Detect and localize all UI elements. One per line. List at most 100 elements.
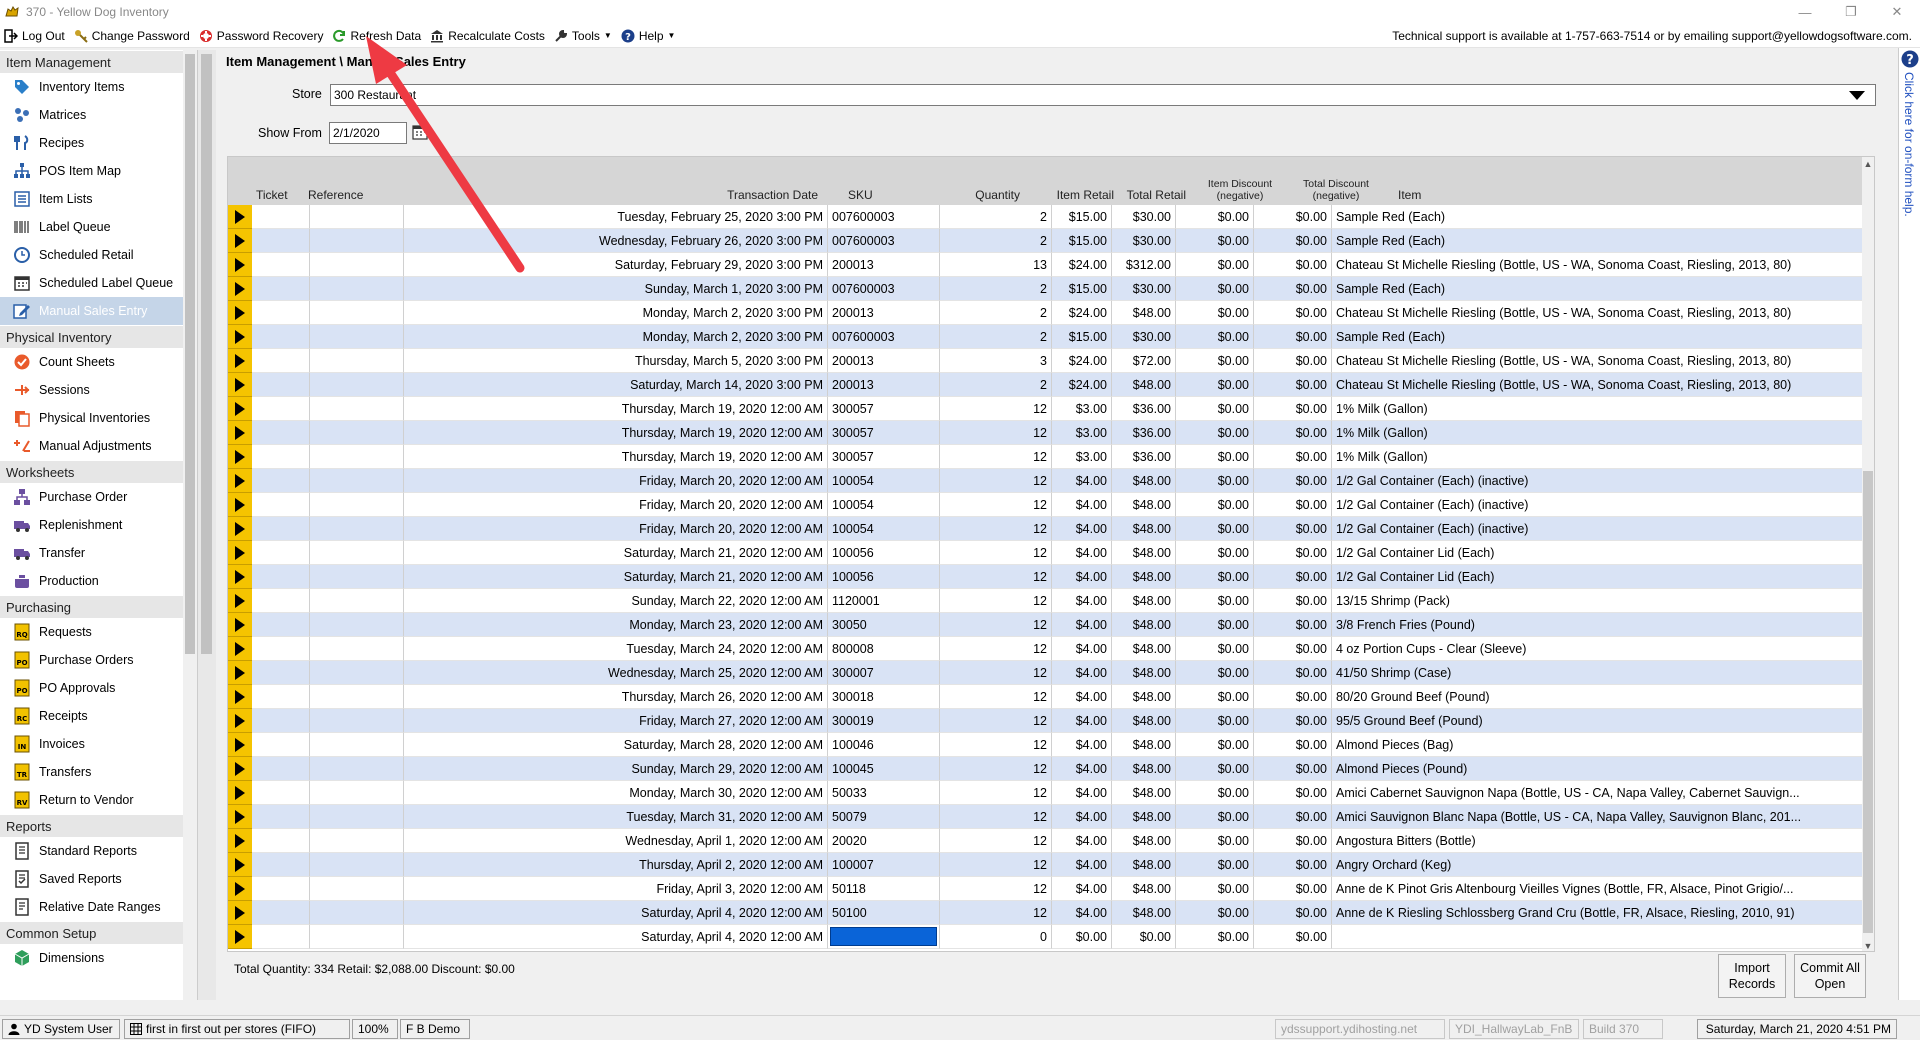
cell-total-discount[interactable]: $0.00 — [1254, 757, 1332, 781]
cell-item[interactable]: Sample Red (Each) — [1332, 229, 1866, 253]
cell-reference[interactable] — [310, 493, 404, 517]
table-row[interactable]: Thursday, March 19, 2020 12:00 AM 300057 1… — [228, 421, 1866, 445]
sidebar-item-relative-date-ranges[interactable]: Relative Date Ranges — [0, 893, 197, 921]
cell-sku[interactable]: 50118 — [828, 877, 940, 901]
cell-item-discount[interactable]: $0.00 — [1176, 709, 1254, 733]
cell-total-discount[interactable]: $0.00 — [1254, 301, 1332, 325]
cell-quantity[interactable]: 2 — [940, 205, 1052, 229]
cell-item-retail[interactable]: $4.00 — [1052, 661, 1112, 685]
cell-item-discount[interactable]: $0.00 — [1176, 349, 1254, 373]
cell-total-retail[interactable]: $36.00 — [1112, 397, 1176, 421]
table-row[interactable]: Tuesday, March 31, 2020 12:00 AM 50079 12 $… — [228, 805, 1866, 829]
cell-ticket[interactable] — [252, 229, 310, 253]
sidebar-section-purchasing[interactable]: Purchasing — [0, 595, 197, 618]
grid-scrollbar[interactable]: ▲ ▼ — [1862, 157, 1874, 951]
cell-total-discount[interactable]: $0.00 — [1254, 397, 1332, 421]
cell-reference[interactable] — [310, 445, 404, 469]
sidebar-item-item-lists[interactable]: Item Lists — [0, 185, 197, 213]
cell-total-discount[interactable]: $0.00 — [1254, 253, 1332, 277]
cell-item-discount[interactable]: $0.00 — [1176, 829, 1254, 853]
cell-transaction-date[interactable]: Tuesday, March 31, 2020 12:00 AM — [404, 805, 828, 829]
cell-total-discount[interactable]: $0.00 — [1254, 805, 1332, 829]
cell-ticket[interactable] — [252, 517, 310, 541]
refresh-data-button[interactable]: Refresh Data — [328, 24, 426, 48]
sidebar-item-dimensions[interactable]: Dimensions — [0, 944, 197, 972]
cell-quantity[interactable]: 12 — [940, 877, 1052, 901]
cell-sku[interactable]: 30050 — [828, 613, 940, 637]
cell-transaction-date[interactable]: Saturday, March 21, 2020 12:00 AM — [404, 541, 828, 565]
sidebar-item-return-to-vendor[interactable]: RV Return to Vendor — [0, 786, 197, 814]
sidebar-item-requests[interactable]: RQ Requests — [0, 618, 197, 646]
cell-total-retail[interactable]: $312.00 — [1112, 253, 1176, 277]
cell-item[interactable]: Sample Red (Each) — [1332, 277, 1866, 301]
cell-sku[interactable]: 300057 — [828, 397, 940, 421]
table-row[interactable]: Sunday, March 29, 2020 12:00 AM 100045 12 $… — [228, 757, 1866, 781]
cell-quantity[interactable]: 12 — [940, 541, 1052, 565]
cell-item-retail[interactable]: $15.00 — [1052, 277, 1112, 301]
cell-total-discount[interactable]: $0.00 — [1254, 517, 1332, 541]
cell-item[interactable]: Chateau St Michelle Riesling (Bottle, US… — [1332, 349, 1866, 373]
row-selector[interactable] — [228, 541, 252, 565]
table-row[interactable]: Thursday, March 19, 2020 12:00 AM 300057 1… — [228, 397, 1866, 421]
cell-total-retail[interactable]: $48.00 — [1112, 805, 1176, 829]
row-selector[interactable] — [228, 901, 252, 925]
cell-quantity[interactable]: 12 — [940, 757, 1052, 781]
table-row[interactable]: Saturday, March 28, 2020 12:00 AM 100046 1… — [228, 733, 1866, 757]
cell-total-retail[interactable]: $48.00 — [1112, 685, 1176, 709]
cell-ticket[interactable] — [252, 781, 310, 805]
column-header-total-retail[interactable]: Total Retail — [1118, 157, 1190, 205]
cell-item-retail[interactable]: $0.00 — [1052, 925, 1112, 949]
cell-total-discount[interactable]: $0.00 — [1254, 661, 1332, 685]
restore-button[interactable]: ❐ — [1828, 0, 1874, 24]
cell-total-discount[interactable]: $0.00 — [1254, 709, 1332, 733]
table-row[interactable]: Tuesday, February 25, 2020 3:00 PM 007600… — [228, 205, 1866, 229]
cell-item[interactable]: Amici Cabernet Sauvignon Napa (Bottle, U… — [1332, 781, 1866, 805]
table-row[interactable]: Wednesday, February 26, 2020 3:00 PM 0076… — [228, 229, 1866, 253]
cell-item-retail[interactable]: $4.00 — [1052, 637, 1112, 661]
cell-reference[interactable] — [310, 277, 404, 301]
cell-item-discount[interactable]: $0.00 — [1176, 613, 1254, 637]
sidebar-item-saved-reports[interactable]: Saved Reports — [0, 865, 197, 893]
cell-item-discount[interactable]: $0.00 — [1176, 805, 1254, 829]
cell-item[interactable]: 80/20 Ground Beef (Pound) — [1332, 685, 1866, 709]
cell-item[interactable]: 1/2 Gal Container (Each) (inactive) — [1332, 517, 1866, 541]
cell-item[interactable]: 1/2 Gal Container (Each) (inactive) — [1332, 469, 1866, 493]
row-selector[interactable] — [228, 613, 252, 637]
table-row[interactable]: Monday, March 30, 2020 12:00 AM 50033 12 $4… — [228, 781, 1866, 805]
cell-quantity[interactable]: 2 — [940, 229, 1052, 253]
cell-total-discount[interactable]: $0.00 — [1254, 685, 1332, 709]
cell-sku[interactable]: 100056 — [828, 541, 940, 565]
cell-total-retail[interactable]: $30.00 — [1112, 325, 1176, 349]
table-row[interactable]: Saturday, March 21, 2020 12:00 AM 100056 1… — [228, 565, 1866, 589]
cell-ticket[interactable] — [252, 709, 310, 733]
cell-transaction-date[interactable]: Thursday, March 5, 2020 3:00 PM — [404, 349, 828, 373]
cell-item[interactable]: 1/2 Gal Container Lid (Each) — [1332, 541, 1866, 565]
cell-ticket[interactable] — [252, 589, 310, 613]
cell-sku[interactable]: 300057 — [828, 445, 940, 469]
cell-item-discount[interactable]: $0.00 — [1176, 373, 1254, 397]
sidebar-scroll-thumb[interactable] — [185, 54, 195, 654]
cell-reference[interactable] — [310, 733, 404, 757]
sidebar-item-physical-inventories[interactable]: Physical Inventories — [0, 404, 197, 432]
row-selector[interactable] — [228, 589, 252, 613]
row-selector[interactable] — [228, 373, 252, 397]
column-header-total-discount[interactable]: Total Discount (negative) — [1290, 157, 1382, 205]
cell-sku[interactable]: 20020 — [828, 829, 940, 853]
cell-total-discount[interactable]: $0.00 — [1254, 877, 1332, 901]
cell-item[interactable]: 1/2 Gal Container Lid (Each) — [1332, 565, 1866, 589]
password-recovery-button[interactable]: Password Recovery — [195, 24, 329, 48]
cell-quantity[interactable]: 2 — [940, 373, 1052, 397]
grid-scroll-thumb[interactable] — [1863, 471, 1873, 933]
row-selector[interactable] — [228, 301, 252, 325]
cell-reference[interactable] — [310, 205, 404, 229]
cell-item[interactable]: 4 oz Portion Cups - Clear (Sleeve) — [1332, 637, 1866, 661]
cell-item-retail[interactable]: $4.00 — [1052, 901, 1112, 925]
import-records-button[interactable]: Import Records — [1718, 954, 1786, 998]
sidebar-item-label-queue[interactable]: Label Queue — [0, 213, 197, 241]
cell-total-retail[interactable]: $48.00 — [1112, 613, 1176, 637]
help-menu[interactable]: ? Help ▼ — [617, 24, 681, 48]
cell-sku[interactable]: 300007 — [828, 661, 940, 685]
cell-ticket[interactable] — [252, 325, 310, 349]
cell-total-discount[interactable]: $0.00 — [1254, 589, 1332, 613]
sidebar-item-manual-sales-entry[interactable]: Manual Sales Entry — [0, 297, 197, 325]
